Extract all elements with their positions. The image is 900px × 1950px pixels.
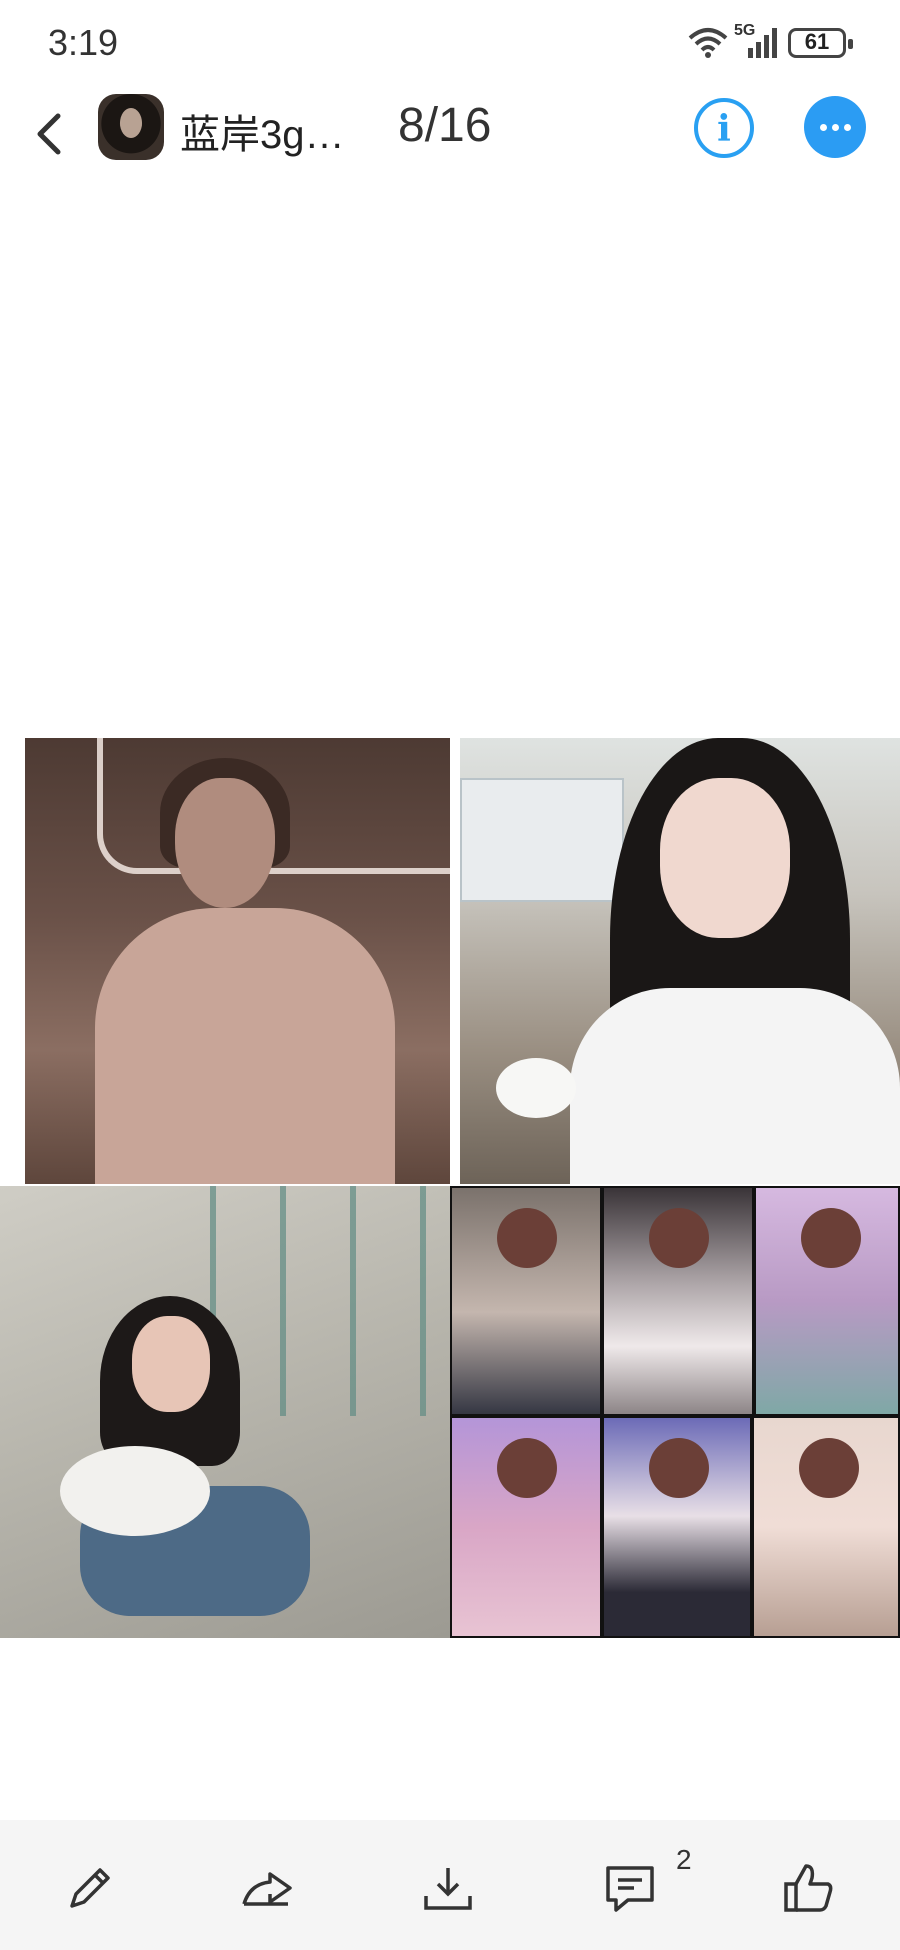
post-title[interactable]: 蓝岸3g…	[180, 102, 345, 160]
status-time: 3:19	[48, 22, 119, 63]
image-viewer[interactable]	[0, 190, 900, 1820]
like-icon[interactable]	[780, 1860, 840, 1920]
bottom-action-bar: 2	[0, 1820, 900, 1950]
comment-icon[interactable]	[602, 1860, 662, 1920]
collage-photo-4	[450, 1186, 602, 1416]
collage-photo-6	[754, 1186, 900, 1416]
more-icon[interactable]	[804, 96, 866, 158]
download-icon[interactable]	[420, 1860, 480, 1920]
collage-photo-3	[0, 1186, 450, 1638]
viewer-header: 蓝岸3g… 8/16 i	[0, 88, 900, 188]
signal-icon: 5G	[734, 22, 782, 60]
battery-level: 61	[804, 29, 830, 54]
avatar[interactable]	[98, 94, 164, 160]
photo-collage[interactable]	[0, 736, 900, 1640]
collage-photo-8	[602, 1416, 752, 1638]
collage-photo-2	[460, 738, 900, 1184]
status-bar: 3:19 5G 61	[0, 0, 900, 90]
collage-photo-1	[25, 738, 450, 1184]
edit-icon[interactable]	[62, 1860, 122, 1920]
collage-photo-5	[602, 1186, 754, 1416]
wifi-icon	[688, 26, 728, 60]
share-icon[interactable]	[240, 1860, 300, 1920]
image-counter: 8/16	[398, 99, 492, 152]
collage-photo-7	[450, 1416, 602, 1638]
comment-count: 2	[676, 1844, 692, 1875]
battery-icon: 61	[788, 28, 853, 58]
collage-photo-9	[752, 1416, 900, 1638]
info-icon[interactable]: i	[694, 98, 754, 158]
back-icon[interactable]	[30, 104, 70, 164]
